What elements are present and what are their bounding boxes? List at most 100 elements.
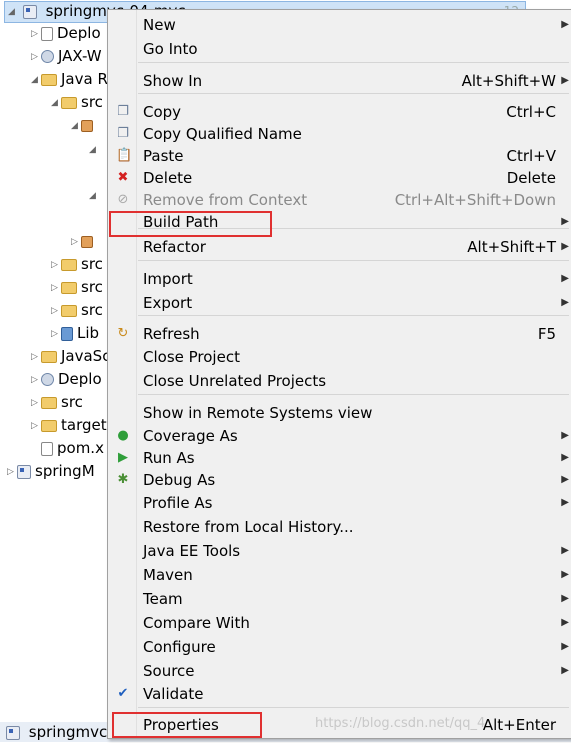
tree-row-package[interactable]: ◢	[70, 114, 97, 136]
menu-item-go-into[interactable]: Go Into	[108, 38, 571, 60]
submenu-arrow-icon: ▶	[561, 474, 569, 485]
menu-item-debug-as[interactable]: ✱ Debug As ▶	[108, 469, 571, 491]
menu-item-java-ee-tools[interactable]: Java EE Tools ▶	[108, 540, 571, 562]
expand-arrow-icon[interactable]: ▷	[30, 369, 39, 391]
expand-arrow-icon[interactable]: ▷	[30, 346, 39, 368]
expand-arrow-icon[interactable]: ▷	[6, 461, 15, 483]
tree-row-subpackage[interactable]: ◢	[88, 184, 97, 206]
submenu-arrow-icon: ▶	[561, 75, 569, 86]
menu-item-shortcut: Ctrl+Alt+Shift+Down	[394, 191, 556, 209]
menu-item-profile-as[interactable]: Profile As ▶	[108, 492, 571, 514]
collapse-arrow-icon[interactable]: ◢	[88, 185, 97, 207]
expand-arrow-icon[interactable]: ▷	[50, 300, 59, 322]
menu-item-new[interactable]: New ▶	[108, 14, 571, 36]
menu-item-team[interactable]: Team ▶	[108, 588, 571, 610]
project-icon	[6, 725, 20, 740]
expand-arrow-icon[interactable]: ▷	[30, 392, 39, 414]
deployment-descriptor-icon	[41, 26, 53, 41]
tree-row-java-resources[interactable]: ◢ Java R	[30, 68, 108, 90]
tree-row-subpackage[interactable]: ◢	[88, 138, 97, 160]
collapse-arrow-icon[interactable]: ◢	[88, 139, 97, 161]
collapse-arrow-icon[interactable]: ◢	[7, 1, 16, 23]
menu-item-delete[interactable]: ✖ Delete Delete	[108, 167, 571, 189]
tree-row-deployment-descriptor[interactable]: ▷ Deplo	[30, 22, 101, 44]
tree-label: src	[81, 278, 103, 296]
menu-item-show-in[interactable]: Show In Alt+Shift+W ▶	[108, 70, 571, 92]
menu-item-import[interactable]: Import ▶	[108, 268, 571, 290]
tree-row-src[interactable]: ▷ src	[50, 276, 103, 298]
menu-item-shortcut: Alt+Shift+T	[467, 238, 556, 256]
submenu-arrow-icon: ▶	[561, 452, 569, 463]
tree-row-src-folder[interactable]: ▷ src	[30, 391, 83, 413]
menu-item-label: Import	[143, 270, 193, 288]
menu-item-paste[interactable]: 📋 Paste Ctrl+V	[108, 145, 571, 167]
expand-arrow-icon[interactable]: ▷	[70, 231, 79, 253]
expand-arrow-icon[interactable]: ▷	[50, 277, 59, 299]
tree-row-src[interactable]: ▷ src	[50, 299, 103, 321]
menu-item-run-as[interactable]: ▶ Run As ▶	[108, 447, 571, 469]
collapse-arrow-icon[interactable]: ◢	[70, 115, 79, 137]
copy-qualified-name-icon: ❐	[117, 126, 129, 141]
expand-arrow-icon[interactable]: ▷	[50, 323, 59, 345]
menu-item-maven[interactable]: Maven ▶	[108, 564, 571, 586]
menu-item-source[interactable]: Source ▶	[108, 660, 571, 682]
menu-item-coverage-as[interactable]: ● Coverage As ▶	[108, 425, 571, 447]
menu-item-configure[interactable]: Configure ▶	[108, 636, 571, 658]
submenu-arrow-icon: ▶	[561, 430, 569, 441]
debug-icon: ✱	[117, 472, 129, 487]
tree-label: src	[61, 393, 83, 411]
tree-row-target-folder[interactable]: ▷ target	[30, 414, 107, 436]
menu-item-shortcut: Delete	[506, 169, 556, 187]
menu-item-copy[interactable]: ❐ Copy Ctrl+C	[108, 101, 571, 123]
menu-item-label: Source	[143, 662, 195, 680]
collapse-arrow-icon[interactable]: ◢	[50, 92, 59, 114]
collapse-arrow-icon[interactable]: ◢	[30, 69, 39, 91]
tree-row-javascript-resources[interactable]: ▷ JavaSc	[30, 345, 110, 367]
menu-item-shortcut: Alt+Enter	[482, 716, 556, 734]
menu-item-label: Java EE Tools	[143, 542, 241, 560]
menu-item-label: Run As	[143, 449, 195, 467]
tree-row-project[interactable]: ▷ springM	[6, 460, 95, 482]
menu-item-close-unrelated-projects[interactable]: Close Unrelated Projects	[108, 370, 571, 392]
menu-item-label: Remove from Context	[143, 191, 308, 209]
menu-item-shortcut: F5	[537, 325, 556, 343]
tree-row-pom[interactable]: pom.x	[39, 437, 104, 459]
tree-row-src[interactable]: ▷ src	[50, 253, 103, 275]
menu-item-label: Debug As	[143, 471, 216, 489]
tree-row-libraries[interactable]: ▷ Lib	[50, 322, 99, 344]
menu-item-refactor[interactable]: Refactor Alt+Shift+T ▶	[108, 236, 571, 258]
refresh-icon: ↻	[117, 326, 129, 341]
tree-row-src-main-java[interactable]: ◢ src	[50, 91, 103, 113]
tree-label: Deplo	[57, 24, 101, 42]
project-icon	[22, 4, 37, 19]
menu-separator	[138, 707, 569, 708]
watermark: https://blog.csdn.net/qq_4	[315, 716, 486, 731]
submenu-arrow-icon: ▶	[561, 569, 569, 580]
expand-arrow-icon[interactable]: ▷	[30, 46, 39, 68]
submenu-arrow-icon: ▶	[561, 19, 569, 30]
submenu-arrow-icon: ▶	[561, 593, 569, 604]
folder-icon	[41, 419, 57, 432]
expand-arrow-icon[interactable]: ▷	[30, 415, 39, 437]
tree-row-package[interactable]: ▷	[70, 230, 97, 252]
menu-item-restore-from-local-history[interactable]: Restore from Local History...	[108, 516, 571, 538]
menu-item-label: Validate	[143, 685, 204, 703]
menu-item-export[interactable]: Export ▶	[108, 292, 571, 314]
expand-arrow-icon[interactable]: ▷	[50, 254, 59, 276]
context-menu: New ▶ Go Into Show In Alt+Shift+W ▶ ❐ Copy Ctrl+…	[107, 9, 571, 739]
menu-item-compare-with[interactable]: Compare With ▶	[108, 612, 571, 634]
package-icon	[81, 119, 93, 132]
menu-item-copy-qualified-name[interactable]: ❐ Copy Qualified Name	[108, 123, 571, 145]
menu-item-validate[interactable]: ✔ Validate	[108, 683, 571, 705]
menu-item-show-in-remote-systems-view[interactable]: Show in Remote Systems view	[108, 402, 571, 424]
submenu-arrow-icon: ▶	[561, 641, 569, 652]
expand-arrow-icon[interactable]: ▷	[30, 23, 39, 45]
menu-item-refresh[interactable]: ↻ Refresh F5	[108, 323, 571, 345]
tree-row-deployed-resources[interactable]: ▷ Deplo	[30, 368, 102, 390]
submenu-arrow-icon: ▶	[561, 545, 569, 556]
tree-row-jax-ws[interactable]: ▷ JAX-W	[30, 45, 102, 67]
menu-separator	[138, 62, 569, 63]
coverage-icon: ●	[117, 428, 129, 443]
source-folder-icon	[61, 304, 77, 317]
menu-item-close-project[interactable]: Close Project	[108, 346, 571, 368]
